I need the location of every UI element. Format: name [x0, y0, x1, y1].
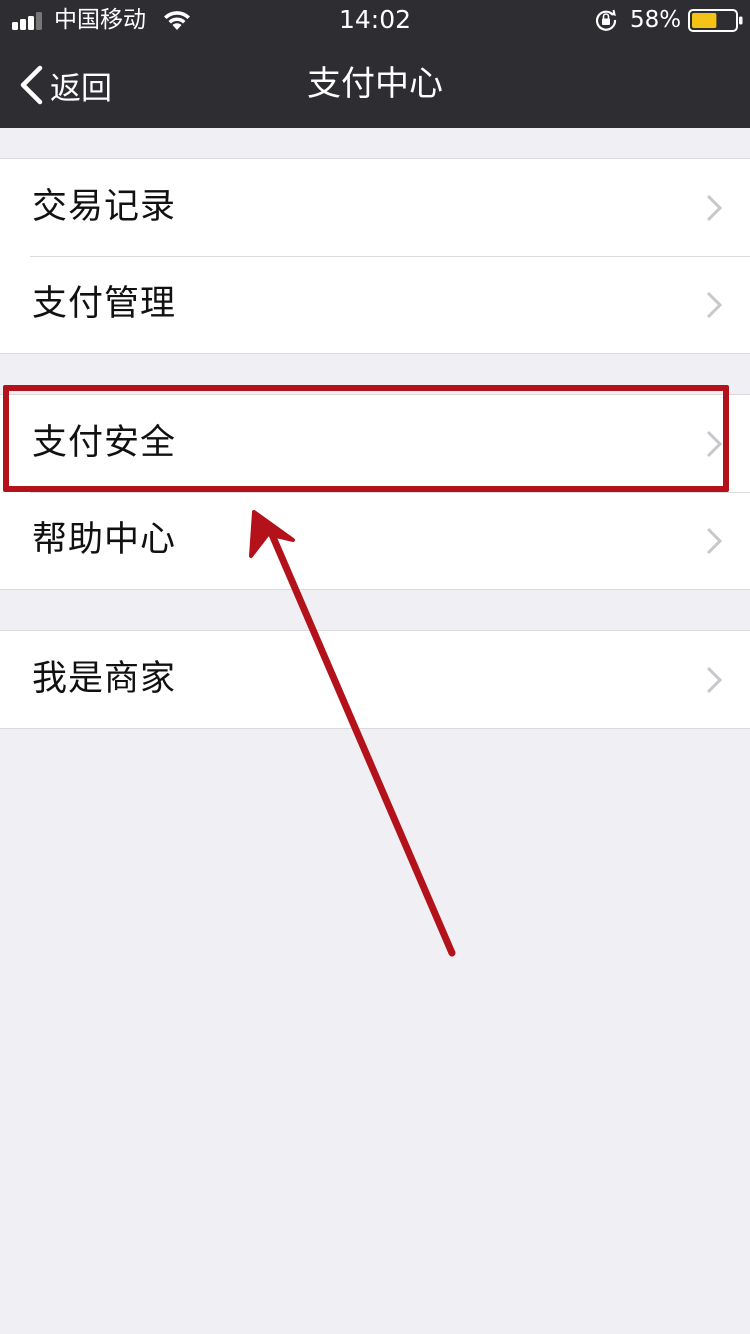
menu-item-help-center[interactable]: 帮助中心 [0, 492, 750, 589]
chevron-right-icon [706, 291, 722, 319]
menu-item-merchant[interactable]: 我是商家 [0, 631, 750, 728]
status-bar: 中国移动 14:02 58% [0, 0, 750, 40]
menu-item-label: 交易记录 [32, 187, 177, 227]
menu-group-3: 我是商家 [0, 630, 750, 729]
menu-item-label: 我是商家 [32, 659, 177, 699]
top-bar: 中国移动 14:02 58% 返回 支付中心 [0, 0, 750, 128]
chevron-right-icon [706, 527, 722, 555]
chevron-right-icon [706, 194, 722, 222]
navigation-bar: 返回 支付中心 [0, 40, 750, 128]
rotation-lock-icon [595, 9, 617, 31]
menu-item-transaction-records[interactable]: 交易记录 [0, 159, 750, 256]
menu-item-label: 帮助中心 [32, 520, 177, 560]
menu-group-1: 交易记录 支付管理 [0, 158, 750, 354]
battery-icon [688, 9, 743, 32]
menu-item-payment-management[interactable]: 支付管理 [0, 256, 750, 353]
payment-center-screen: 中国移动 14:02 58% 返回 支付中心 交易记录 支付管理 支付安全 帮助… [0, 0, 750, 1334]
page-title: 支付中心 [307, 64, 443, 104]
annotation-highlight-box [3, 385, 729, 492]
menu-item-label: 支付管理 [32, 284, 177, 324]
chevron-right-icon [706, 666, 722, 694]
battery-percent: 58% [630, 7, 682, 33]
